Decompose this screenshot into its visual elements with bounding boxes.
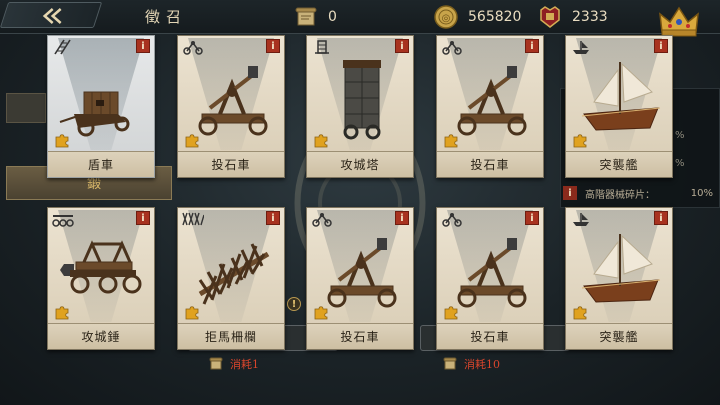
puzzle-piece-icon — [444, 306, 458, 320]
info-button[interactable]: i — [266, 211, 280, 225]
ship-icon — [573, 213, 589, 226]
siege-tower-image — [343, 60, 381, 140]
crown-button[interactable] — [654, 2, 704, 38]
scroll-icon — [443, 357, 457, 370]
info-button[interactable]: i — [266, 39, 280, 53]
puzzle-piece-icon — [314, 134, 328, 148]
scroll-resource: 0 — [292, 3, 337, 31]
battering-ram-image — [60, 240, 142, 294]
info-button[interactable]: i — [136, 39, 150, 53]
ram-icon — [52, 215, 74, 227]
info-button[interactable]: i — [654, 211, 668, 225]
crown-icon — [659, 6, 699, 37]
catapult-image — [457, 66, 527, 136]
cost-once: 消耗1 — [208, 356, 259, 372]
catapult-icon — [442, 213, 462, 227]
siege-machine-card[interactable]: i 突襲艦 — [565, 35, 673, 178]
gold-count: 565820 — [468, 9, 522, 25]
crest-resource: 2333 — [536, 3, 608, 31]
ship-icon — [573, 41, 589, 54]
info-badge[interactable]: i — [563, 186, 577, 200]
puzzle-piece-icon — [444, 134, 458, 148]
card-name: 投石車 — [178, 151, 284, 177]
tower-icon — [315, 40, 329, 54]
advanced-fragment-info: i 高階器械碎片： 10% — [563, 184, 713, 202]
cheval-de-frise-image — [198, 243, 270, 305]
info-button[interactable]: i — [525, 39, 539, 53]
alert-icon[interactable]: ! — [287, 297, 301, 311]
card-name: 投石車 — [437, 151, 543, 177]
sailing-ship-image — [581, 234, 661, 303]
card-name: 攻城錘 — [48, 323, 154, 349]
gold-coin-icon: ◎ — [432, 3, 460, 31]
siege-machine-card[interactable]: i 投石車 — [436, 35, 544, 178]
scroll-icon — [292, 3, 320, 31]
gold-resource: ◎ 565820 — [432, 3, 521, 31]
spikes-icon — [182, 212, 204, 226]
top-bar: 徵召 0 ◎ 565820 2333 — [0, 0, 720, 37]
background-panel-left — [6, 93, 46, 123]
puzzle-piece-icon — [314, 306, 328, 320]
card-name: 突襲艦 — [566, 151, 672, 177]
percent-label: % — [675, 130, 685, 141]
puzzle-piece-icon — [185, 134, 199, 148]
card-name: 盾車 — [48, 151, 154, 177]
mantlet-cart-image — [59, 91, 130, 137]
crest-count: 2333 — [572, 9, 608, 25]
advanced-fragment-label: 高階器械碎片： — [585, 189, 655, 201]
ladder-icon — [54, 39, 71, 55]
siege-machine-card[interactable]: i 拒馬柵欄 — [177, 207, 285, 350]
info-button[interactable]: i — [395, 211, 409, 225]
puzzle-piece-icon — [573, 306, 587, 320]
card-name: 攻城塔 — [307, 151, 413, 177]
card-name: 突襲艦 — [566, 323, 672, 349]
percent-label: % — [675, 158, 685, 169]
info-button[interactable]: i — [525, 211, 539, 225]
siege-machine-card[interactable]: i 投石車 — [306, 207, 414, 350]
catapult-image — [327, 238, 397, 308]
card-name: 投石車 — [437, 323, 543, 349]
siege-machine-card[interactable]: i 突襲艦 — [565, 207, 673, 350]
siege-machine-card[interactable]: i 盾車 — [47, 35, 155, 178]
puzzle-piece-icon — [55, 306, 69, 320]
back-button[interactable] — [0, 2, 103, 28]
crest-icon — [536, 3, 564, 31]
puzzle-piece-icon — [573, 134, 587, 148]
catapult-icon — [312, 213, 332, 227]
catapult-image — [457, 238, 527, 308]
cost-ten-label: 消耗10 — [464, 358, 500, 371]
catapult-icon — [442, 41, 462, 55]
scroll-icon — [209, 357, 223, 370]
page-title: 徵召 — [145, 8, 188, 26]
scroll-count: 0 — [328, 9, 337, 25]
siege-machine-card[interactable]: i 投石車 — [436, 207, 544, 350]
back-arrow-icon — [42, 8, 62, 24]
siege-machine-card[interactable]: i 投石車 — [177, 35, 285, 178]
info-button[interactable]: i — [395, 39, 409, 53]
catapult-image — [198, 66, 268, 136]
catapult-icon — [183, 41, 203, 55]
card-name: 拒馬柵欄 — [178, 323, 284, 349]
cost-once-label: 消耗1 — [230, 358, 259, 371]
card-name: 投石車 — [307, 323, 413, 349]
siege-machine-card[interactable]: i 攻城塔 — [306, 35, 414, 178]
siege-machine-card[interactable]: i 攻城錘 — [47, 207, 155, 350]
puzzle-piece-icon — [185, 306, 199, 320]
info-button[interactable]: i — [136, 211, 150, 225]
puzzle-piece-icon — [55, 134, 69, 148]
svg-text:◎: ◎ — [442, 13, 451, 24]
cost-ten: 消耗10 — [442, 356, 500, 372]
sailing-ship-image — [581, 62, 661, 131]
advanced-fragment-percent: 10% — [690, 187, 713, 199]
info-button[interactable]: i — [654, 39, 668, 53]
